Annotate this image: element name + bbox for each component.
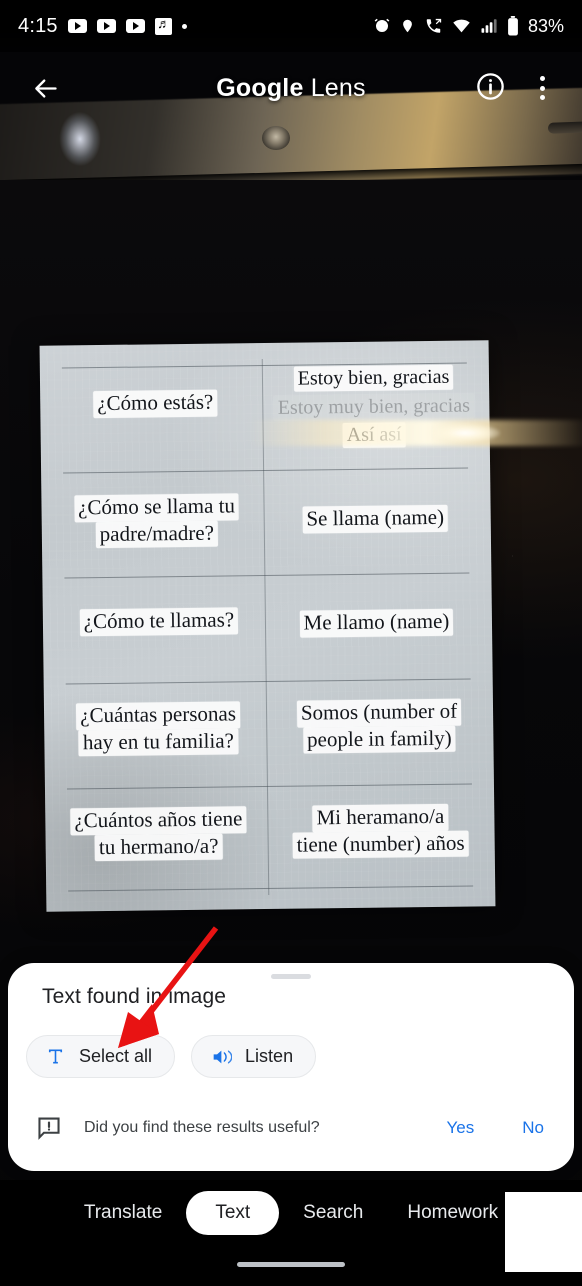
phrase-text: hay en tu familia?: [78, 727, 239, 757]
cellular-signal-icon: [481, 19, 497, 33]
phrase-text: Somos (number of: [296, 698, 462, 728]
app-bar: Google Lens: [0, 58, 582, 118]
youtube-icon: [96, 19, 116, 33]
phrase-text: tiene (number) años: [292, 830, 469, 859]
nav-item-homework[interactable]: Homework: [387, 1191, 518, 1235]
status-bar: 4:15 ♬ 83%: [0, 0, 582, 52]
phrase-text: tu hermano/a?: [94, 833, 223, 862]
gesture-navigation-bar[interactable]: [237, 1262, 345, 1267]
text-select-icon-glyph: [48, 1049, 63, 1064]
table-row: Me llamo (name): [269, 608, 484, 638]
feedback-actions: Yes No: [447, 1118, 544, 1138]
metal-band-slot: [547, 121, 582, 134]
select-all-button[interactable]: Select all: [26, 1035, 176, 1078]
youtube-icon: [67, 19, 87, 33]
table-row: Somos (number of people in family): [270, 698, 489, 754]
nav-item-search[interactable]: Search: [283, 1191, 383, 1235]
sheet-title: Text found in image: [42, 985, 227, 1008]
battery-percent: 83%: [527, 15, 564, 36]
youtube-icon: [125, 19, 145, 33]
overflow-dot-icon: [539, 76, 545, 81]
info-button[interactable]: [472, 68, 508, 104]
scanned-paper: ¿Cómo estás? Estoy bien, gracias Estoy m…: [39, 340, 496, 912]
phrase-text: ¿Cómo estás?: [93, 389, 218, 418]
table-row: Estoy bien, gracias: [266, 364, 481, 393]
nav-item-translate[interactable]: Translate: [64, 1191, 183, 1235]
nav-item-text[interactable]: Text: [186, 1191, 280, 1235]
phrase-text-obscured: Estoy muy bien, gracias: [273, 393, 475, 422]
table-row: ¿Cómo estás?: [52, 389, 258, 418]
feedback-row: Did you find these results useful? Yes N…: [8, 1100, 574, 1156]
feedback-yes-button[interactable]: Yes: [447, 1118, 475, 1138]
metal-band-screw: [262, 126, 290, 150]
battery-icon: [508, 16, 518, 36]
dot-indicator-icon: [181, 23, 187, 29]
page-title-google: Google: [216, 73, 304, 102]
phrase-text: Estoy bien, gracias: [293, 364, 454, 393]
speaker-icon: [210, 1046, 233, 1068]
table-row: Estoy muy bien, gracias: [266, 393, 481, 422]
text-select-icon: [45, 1046, 66, 1067]
white-redaction-overlay: [505, 1192, 582, 1272]
listen-button[interactable]: Listen: [191, 1035, 317, 1078]
mode-nav-bar: Translate Text Search Homework: [0, 1180, 582, 1286]
select-all-label: Select all: [79, 1046, 153, 1066]
phrase-text: padre/madre?: [95, 520, 219, 549]
text-results-sheet: Text found in image Select all Listen Di…: [8, 963, 574, 1171]
info-icon: [476, 72, 504, 100]
feedback-question: Did you find these results useful?: [84, 1119, 320, 1136]
phrase-text: people in family): [302, 725, 456, 754]
status-bar-left: 4:15: [18, 15, 187, 38]
action-chips: Select all Listen: [26, 1035, 317, 1078]
status-bar-right: 83%: [373, 16, 564, 37]
table-row: ¿Cómo te llamas?: [53, 607, 265, 636]
google-lens-screen: ¿Cómo estás? Estoy bien, gracias Estoy m…: [0, 0, 582, 1286]
youtube-music-icon: [154, 16, 172, 35]
location-icon: [403, 19, 412, 33]
more-options-button[interactable]: [526, 68, 558, 108]
overflow-dot-icon: [539, 85, 545, 91]
table-row: ¿Cuántas personas hay en tu familia?: [50, 701, 267, 757]
phrase-text: ¿Cómo te llamas?: [79, 607, 239, 636]
speaker-icon-glyph: [213, 1049, 233, 1064]
feedback-no-button[interactable]: No: [522, 1118, 544, 1138]
alarm-icon: [374, 18, 390, 32]
listen-label: Listen: [245, 1046, 294, 1066]
feedback-icon: [38, 1117, 60, 1140]
sheet-drag-handle[interactable]: [271, 974, 311, 979]
phrase-text: Así así: [342, 422, 406, 449]
call-forwarding-icon: [426, 18, 442, 33]
page-title-lens: Lens: [303, 73, 366, 102]
light-glare-core: [430, 424, 500, 442]
wifi-icon: [453, 19, 470, 33]
mode-nav-items: Translate Text Search Homework: [64, 1191, 518, 1235]
phrase-text: ¿Cuántas personas: [76, 701, 241, 730]
table-row: Mi heramano/a tiene (number) años: [269, 803, 492, 859]
phrase-text: Me llamo (name): [299, 608, 454, 638]
table-row: ¿Cómo se llama tu padre/madre?: [49, 493, 264, 549]
phrase-text: Se llama (name): [302, 504, 449, 534]
overflow-dot-icon: [539, 95, 545, 100]
phrase-text: Mi heramano/a: [312, 803, 449, 833]
table-row: ¿Cuántos años tiene tu hermano/a?: [49, 806, 268, 862]
status-time: 4:15: [18, 14, 58, 37]
table-row: Se llama (name): [268, 504, 483, 534]
phrase-text: ¿Cuántos años tiene: [70, 806, 247, 836]
phrase-text: ¿Cómo se llama tu: [73, 493, 240, 522]
